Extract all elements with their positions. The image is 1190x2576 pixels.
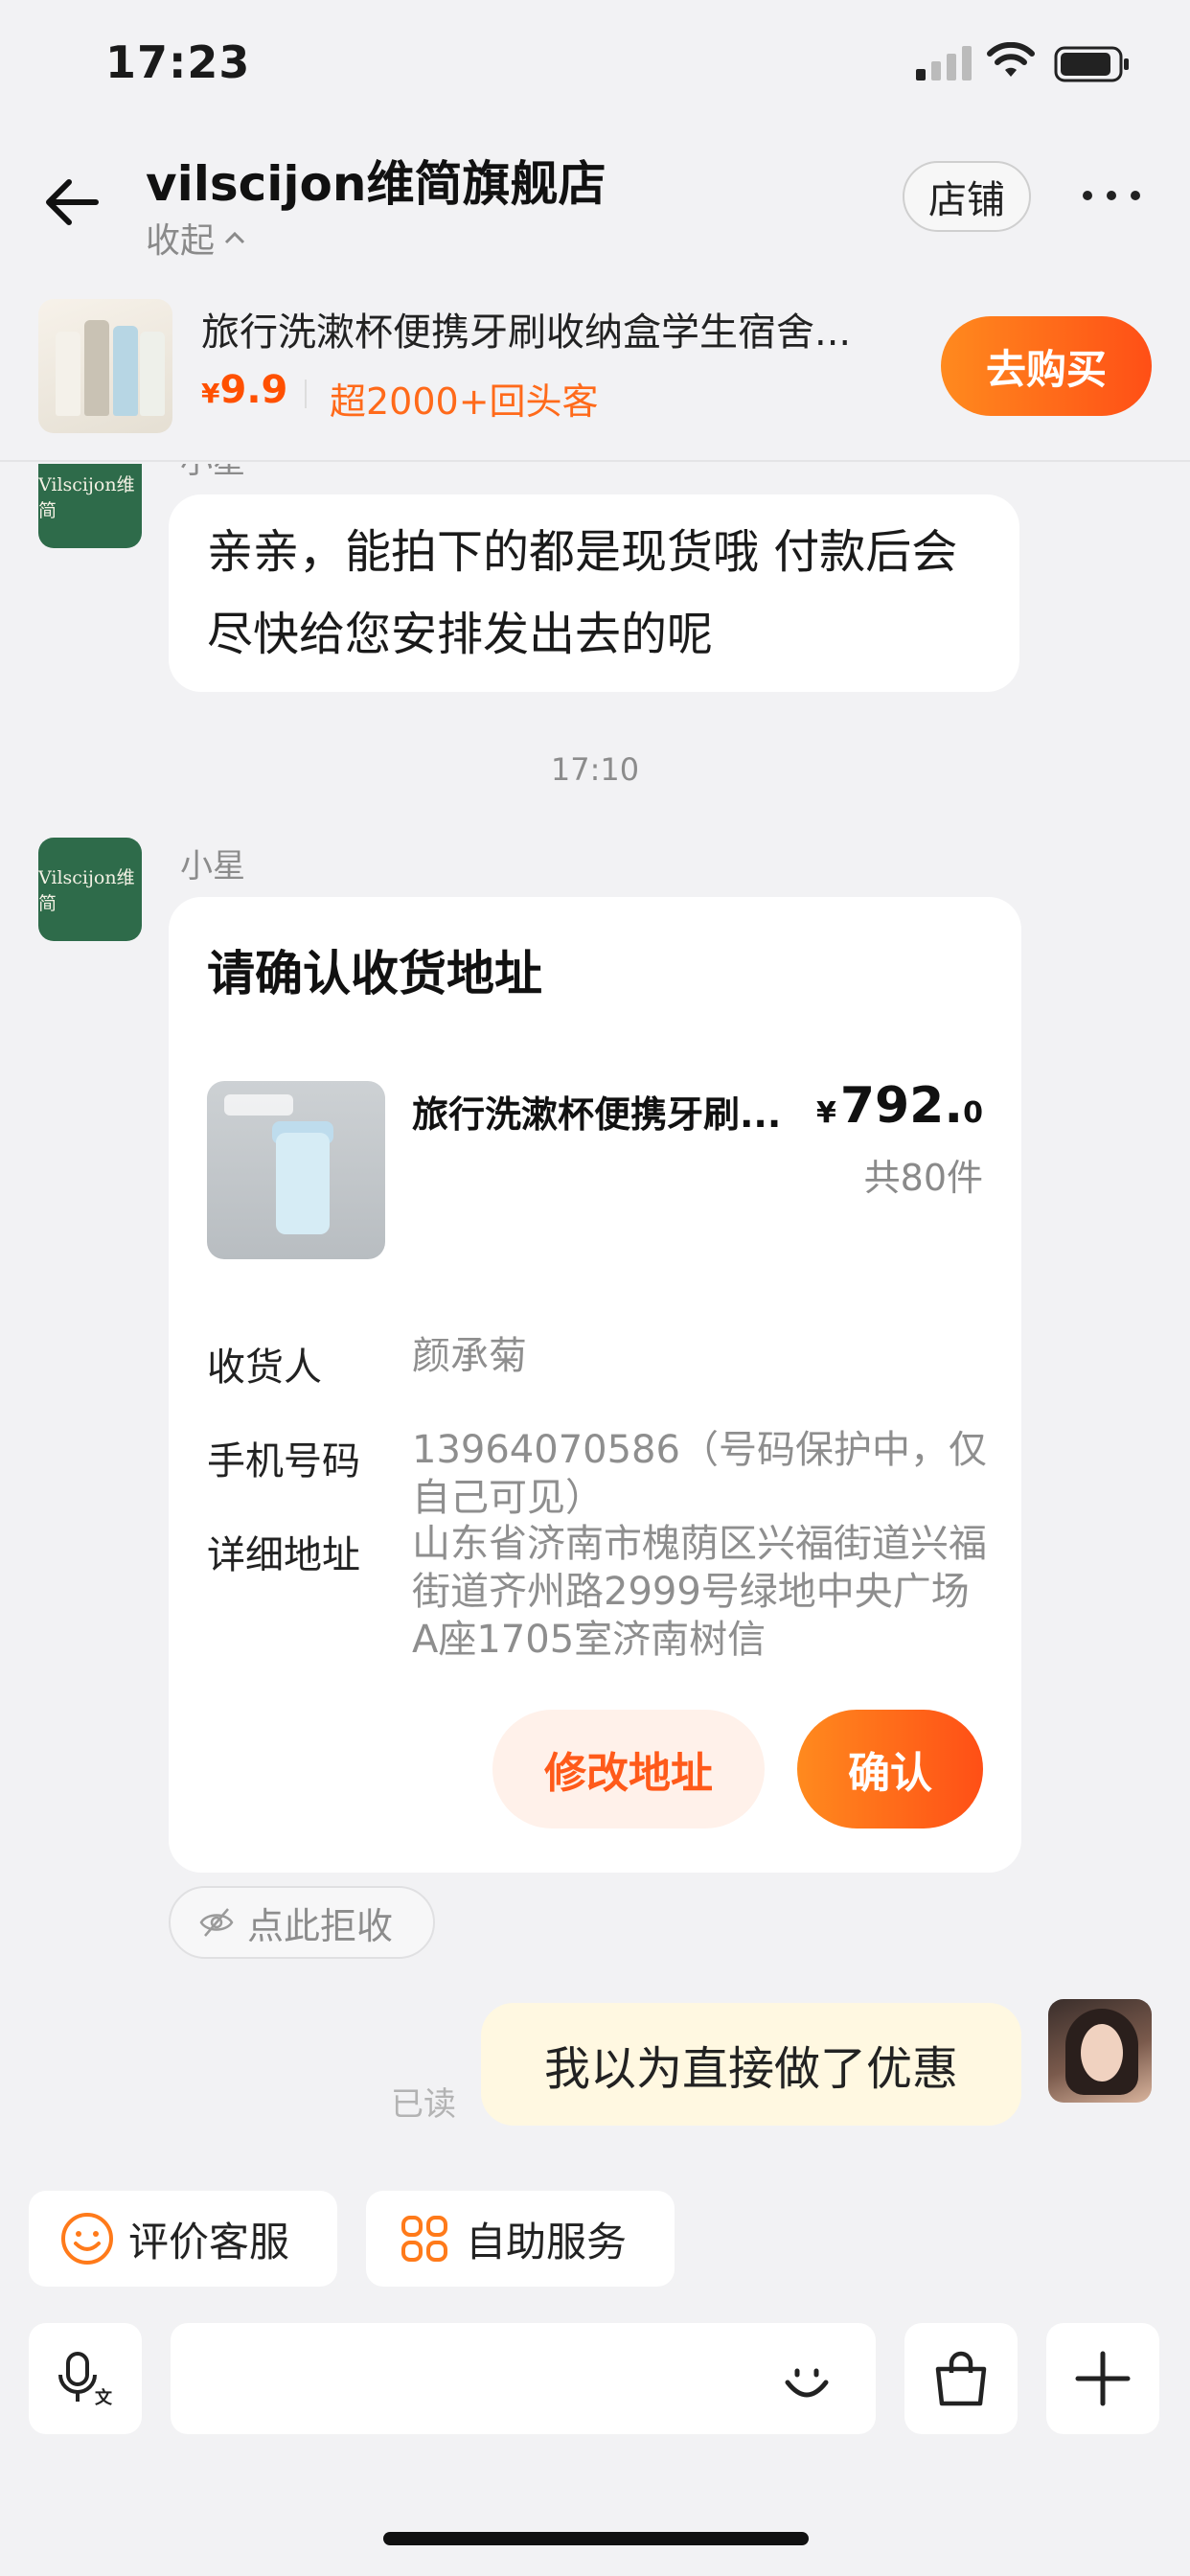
- chevron-up-icon: [224, 231, 245, 244]
- battery-icon: [1054, 46, 1129, 82]
- read-status: 已读: [391, 2085, 456, 2124]
- store-button[interactable]: 店铺: [903, 161, 1031, 232]
- my-message-bubble[interactable]: 我以为直接做了优惠: [481, 2003, 1021, 2126]
- back-arrow-icon[interactable]: [38, 169, 105, 236]
- shop-avatar[interactable]: Vilscijon维简: [38, 464, 142, 548]
- collapse-toggle[interactable]: 收起: [146, 213, 247, 263]
- recipient-label: 收货人: [207, 1346, 322, 1390]
- modify-address-button[interactable]: 修改地址: [492, 1710, 765, 1828]
- message-bubble[interactable]: 亲亲，能拍下的都是现货哦 付款后会尽快给您安排发出去的呢: [169, 494, 1019, 692]
- order-item-name[interactable]: 旅行洗漱杯便携牙刷...: [412, 1085, 814, 1138]
- self-service-label: 自助服务: [466, 2218, 628, 2266]
- order-item-price: ¥792.0: [816, 1077, 983, 1135]
- microphone-icon: 文: [58, 2352, 113, 2408]
- status-time: 17:23: [105, 36, 251, 88]
- emoji-icon[interactable]: [776, 2350, 837, 2411]
- wifi-icon: [987, 42, 1035, 77]
- rate-service-label: 评价客服: [128, 2218, 290, 2266]
- reject-button[interactable]: 点此拒收: [169, 1886, 435, 1959]
- order-price-int: 792.: [839, 1077, 964, 1135]
- product-price: ¥9.9: [201, 368, 287, 412]
- price-value: 9.9: [219, 368, 288, 412]
- status-bar: 17:23: [0, 0, 1190, 134]
- order-price-currency: ¥: [815, 1096, 836, 1130]
- user-avatar[interactable]: [1048, 1999, 1152, 2103]
- address-label: 详细地址: [207, 1533, 360, 1577]
- svg-text:文: 文: [95, 2387, 113, 2408]
- confirm-address-button[interactable]: 确认: [797, 1710, 983, 1828]
- grid-icon: [401, 2216, 447, 2262]
- repeat-customer-tag: 超2000+回头客: [330, 380, 599, 423]
- self-service-button[interactable]: 自助服务: [366, 2191, 675, 2287]
- eye-off-icon: [199, 1908, 234, 1937]
- collapse-label: 收起: [146, 221, 216, 261]
- plus-icon: [1075, 2351, 1131, 2406]
- chat-messages[interactable]: Vilscijon维简 小星 亲亲，能拍下的都是现货哦 付款后会尽快给您安排发出…: [0, 464, 1190, 2179]
- phone-value: 13964070586（号码保护中，仅自己可见）: [412, 1428, 987, 1520]
- smile-icon: [61, 2213, 113, 2265]
- address-confirm-card: 请确认收货地址 旅行洗漱杯便携牙刷... ¥792.0 共80件 收货人 颜承菊…: [169, 897, 1021, 1873]
- shopping-bag-icon: [935, 2351, 987, 2406]
- rate-service-button[interactable]: 评价客服: [29, 2191, 337, 2287]
- shopping-bag-button[interactable]: [904, 2323, 1018, 2434]
- message-text: 亲亲，能拍下的都是现货哦 付款后会尽快给您安排发出去的呢: [207, 525, 958, 661]
- recipient-value: 颜承菊: [412, 1334, 527, 1378]
- shop-title[interactable]: vilscijon维简旗舰店: [146, 146, 606, 215]
- price-divider: [305, 380, 307, 408]
- phone-label: 手机号码: [207, 1439, 360, 1484]
- signal-icon: [916, 46, 972, 80]
- message-timestamp: 17:10: [550, 751, 640, 788]
- product-bar[interactable]: 旅行洗漱杯便携牙刷收纳盒学生宿舍... ¥9.9 超2000+回头客 去购买: [0, 280, 1190, 462]
- order-item-quantity: 共80件: [863, 1157, 983, 1199]
- reject-label: 点此拒收: [247, 1904, 394, 1947]
- chat-header: vilscijon维简旗舰店 收起 店铺: [0, 134, 1190, 268]
- card-title: 请确认收货地址: [207, 946, 542, 1001]
- buy-button[interactable]: 去购买: [941, 316, 1152, 416]
- order-price-dec: 0: [963, 1096, 983, 1130]
- input-bar: 文: [0, 2323, 1190, 2438]
- product-name[interactable]: 旅行洗漱杯便携牙刷收纳盒学生宿舍...: [201, 301, 929, 356]
- quick-actions: 评价客服 自助服务: [0, 2191, 1190, 2287]
- address-value: 山东省济南市槐荫区兴福街道兴福街道齐州路2999号绿地中央广场A座1705室济南…: [412, 1522, 987, 1662]
- sender-name: 小星: [180, 464, 245, 482]
- price-currency: ¥: [201, 378, 220, 409]
- order-item-image[interactable]: [207, 1081, 385, 1259]
- shop-avatar[interactable]: Vilscijon维简: [38, 838, 142, 941]
- home-indicator: [383, 2532, 809, 2545]
- sender-name: 小星: [180, 847, 245, 886]
- product-thumbnail[interactable]: [38, 299, 172, 433]
- message-input[interactable]: [171, 2323, 876, 2434]
- voice-input-button[interactable]: 文: [29, 2323, 142, 2434]
- more-options-icon[interactable]: [1083, 176, 1140, 215]
- more-plus-button[interactable]: [1046, 2323, 1159, 2434]
